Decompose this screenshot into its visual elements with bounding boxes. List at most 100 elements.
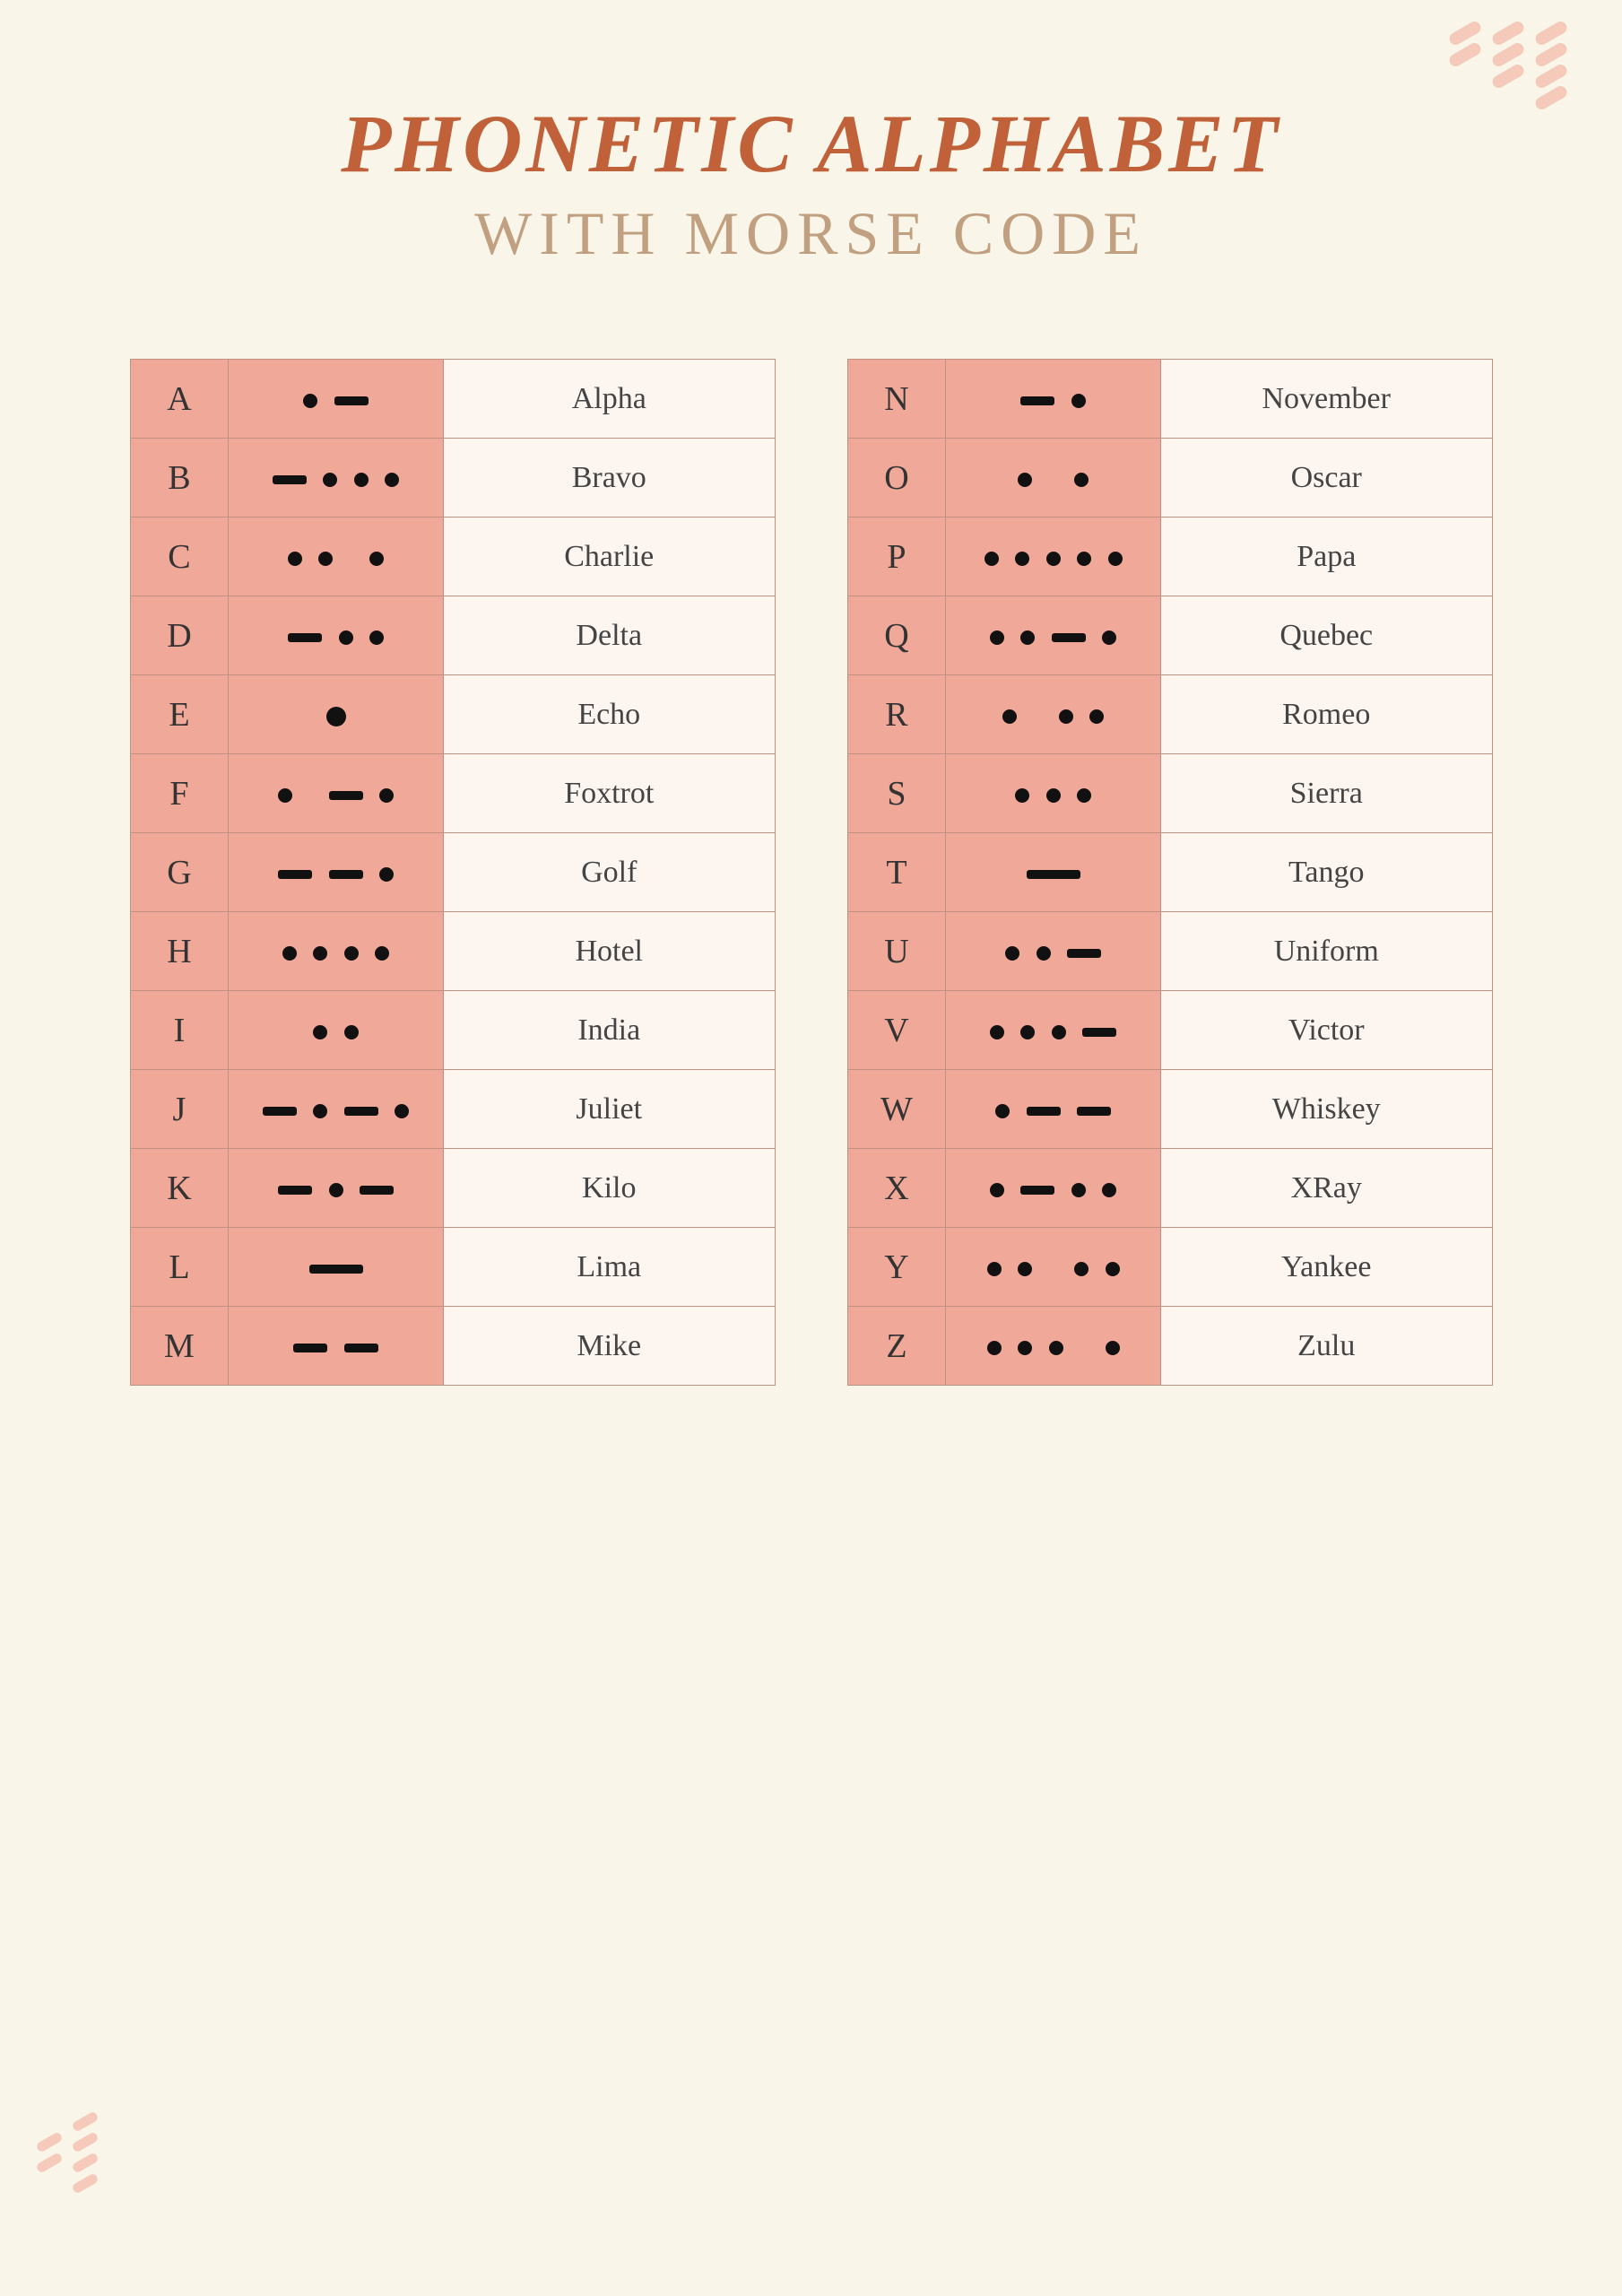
cell-morse bbox=[946, 675, 1161, 754]
table-row: H Hotel bbox=[130, 912, 775, 991]
deco-dash bbox=[1447, 40, 1483, 68]
cell-morse bbox=[946, 517, 1161, 596]
cell-morse bbox=[229, 1149, 444, 1228]
cell-word: Whiskey bbox=[1160, 1070, 1492, 1149]
dot bbox=[375, 946, 389, 961]
dot bbox=[990, 631, 1004, 645]
dot bbox=[318, 552, 333, 566]
dot bbox=[303, 394, 317, 408]
deco-dash bbox=[1533, 83, 1569, 111]
dot bbox=[344, 946, 359, 961]
deco-dash-sm bbox=[35, 2152, 63, 2174]
table-row: S Sierra bbox=[847, 754, 1492, 833]
cell-letter: H bbox=[130, 912, 229, 991]
table-row: P Papa bbox=[847, 517, 1492, 596]
dot bbox=[344, 1025, 359, 1039]
deco-dash bbox=[1490, 62, 1526, 90]
cell-letter: W bbox=[847, 1070, 946, 1149]
cell-morse bbox=[229, 675, 444, 754]
table-row: D Delta bbox=[130, 596, 775, 675]
cell-morse bbox=[229, 991, 444, 1070]
cell-word: Quebec bbox=[1160, 596, 1492, 675]
dot bbox=[326, 707, 346, 726]
cell-word: Zulu bbox=[1160, 1307, 1492, 1386]
table-row: T Tango bbox=[847, 833, 1492, 912]
dash bbox=[278, 870, 312, 879]
dot bbox=[1071, 1183, 1086, 1197]
cell-morse bbox=[946, 991, 1161, 1070]
dot bbox=[984, 552, 999, 566]
cell-morse bbox=[946, 439, 1161, 517]
table-row: G Golf bbox=[130, 833, 775, 912]
dash bbox=[309, 1265, 363, 1274]
table-row: R Romeo bbox=[847, 675, 1492, 754]
header: PHONETIC ALPHABET WITH MORSE CODE bbox=[341, 99, 1281, 269]
cell-letter: F bbox=[130, 754, 229, 833]
dot bbox=[987, 1262, 1002, 1276]
cell-morse bbox=[229, 596, 444, 675]
cell-letter: G bbox=[130, 833, 229, 912]
table-row: Q Quebec bbox=[847, 596, 1492, 675]
table-row: Y Yankee bbox=[847, 1228, 1492, 1307]
dot bbox=[282, 946, 297, 961]
cell-word: Victor bbox=[1160, 991, 1492, 1070]
dot bbox=[1074, 1262, 1089, 1276]
cell-morse bbox=[229, 833, 444, 912]
dash bbox=[334, 396, 369, 405]
cell-morse bbox=[229, 360, 444, 439]
dot bbox=[1015, 552, 1029, 566]
left-table: A Alpha B Bravo bbox=[130, 359, 776, 1386]
table-row: F Foxtrot bbox=[130, 754, 775, 833]
table-row: X XRay bbox=[847, 1149, 1492, 1228]
dot bbox=[313, 946, 327, 961]
dot bbox=[1077, 552, 1091, 566]
dot bbox=[1108, 552, 1123, 566]
decoration-top-right bbox=[1448, 27, 1568, 104]
cell-morse bbox=[229, 517, 444, 596]
dot bbox=[329, 1183, 343, 1197]
dash bbox=[1052, 633, 1086, 642]
dot bbox=[1020, 631, 1035, 645]
dot bbox=[1002, 709, 1017, 724]
cell-letter: V bbox=[847, 991, 946, 1070]
dash bbox=[278, 1186, 312, 1195]
cell-morse bbox=[946, 1070, 1161, 1149]
dot bbox=[313, 1025, 327, 1039]
table-row: E Echo bbox=[130, 675, 775, 754]
dash bbox=[1067, 949, 1101, 958]
cell-morse bbox=[229, 1228, 444, 1307]
cell-word: Hotel bbox=[444, 912, 776, 991]
deco-dash-sm bbox=[71, 2131, 99, 2153]
dot bbox=[1049, 1341, 1063, 1355]
dot bbox=[1018, 1262, 1032, 1276]
page-subtitle: WITH MORSE CODE bbox=[341, 198, 1281, 269]
dot bbox=[1071, 394, 1086, 408]
dot bbox=[987, 1341, 1002, 1355]
table-row: A Alpha bbox=[130, 360, 775, 439]
deco-dash-sm bbox=[71, 2110, 99, 2133]
table-row: L Lima bbox=[130, 1228, 775, 1307]
dot bbox=[1074, 473, 1089, 487]
cell-letter: P bbox=[847, 517, 946, 596]
cell-morse bbox=[946, 360, 1161, 439]
dash bbox=[329, 870, 363, 879]
table-row: C Charlie bbox=[130, 517, 775, 596]
cell-word: Tango bbox=[1160, 833, 1492, 912]
cell-morse bbox=[229, 439, 444, 517]
table-row: V Victor bbox=[847, 991, 1492, 1070]
dot bbox=[1106, 1341, 1120, 1355]
dash bbox=[1020, 396, 1054, 405]
dot bbox=[1102, 631, 1116, 645]
cell-word: Kilo bbox=[444, 1149, 776, 1228]
dash bbox=[273, 475, 307, 484]
dot bbox=[1059, 709, 1073, 724]
cell-letter: X bbox=[847, 1149, 946, 1228]
cell-morse bbox=[229, 1070, 444, 1149]
cell-letter: U bbox=[847, 912, 946, 991]
dot bbox=[1106, 1262, 1120, 1276]
cell-morse bbox=[946, 1149, 1161, 1228]
cell-word: India bbox=[444, 991, 776, 1070]
cell-letter: S bbox=[847, 754, 946, 833]
dot bbox=[395, 1104, 409, 1118]
cell-word: Bravo bbox=[444, 439, 776, 517]
